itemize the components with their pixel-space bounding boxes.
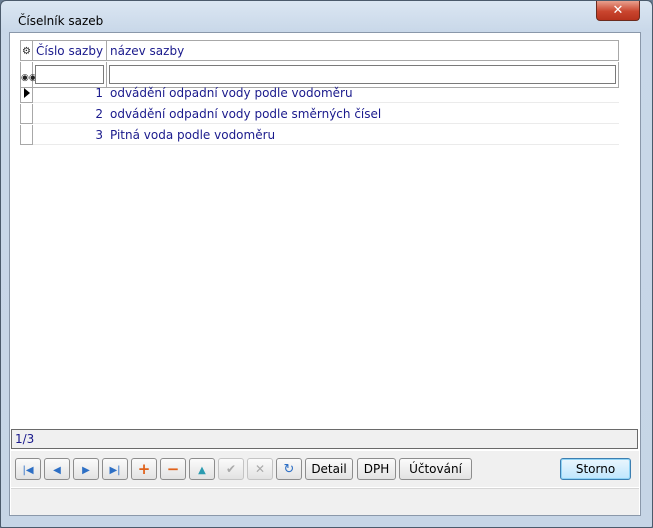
plus-icon: +: [137, 460, 151, 478]
last-record-button[interactable]: ▶|: [102, 458, 128, 480]
table-row[interactable]: 3 Pitná voda podle vodoměru: [20, 125, 619, 146]
table-row[interactable]: 1 odvádění odpadní vody podle vodoměru: [20, 83, 619, 104]
row-indicator: [20, 125, 33, 145]
triangle-up-icon: ▲: [198, 465, 206, 476]
refresh-button[interactable]: ↻: [276, 458, 302, 480]
rate-name-cell[interactable]: odvádění odpadní vody podle směrných čís…: [107, 104, 619, 124]
rates-grid: ⚙ Číslo sazby název sazby ◉◉ 1 odvádění …: [20, 40, 619, 146]
first-record-button[interactable]: |◀: [15, 458, 41, 480]
edit-record-button[interactable]: ▲: [189, 458, 215, 480]
dialog-window: Číselník sazeb ✕ ⚙ Číslo sazby název saz…: [0, 0, 653, 528]
next-record-button[interactable]: ▶: [73, 458, 99, 480]
current-row-arrow-icon: [24, 88, 30, 98]
bottom-panel: [11, 488, 639, 515]
refresh-icon: ↻: [283, 462, 295, 477]
column-header-rate-number[interactable]: Číslo sazby: [33, 41, 107, 61]
record-counter: 1/3: [11, 429, 638, 449]
table-row[interactable]: 2 odvádění odpadní vody podle směrných č…: [20, 104, 619, 125]
last-icon: ▶|: [109, 465, 121, 476]
title-bar[interactable]: Číselník sazeb ✕: [1, 1, 652, 33]
minus-icon: −: [166, 460, 180, 478]
filter-input-rate-name[interactable]: [109, 65, 616, 84]
add-record-button[interactable]: +: [131, 458, 157, 480]
close-icon: ✕: [612, 3, 624, 18]
filter-row: ◉◉: [20, 62, 619, 88]
rate-number-cell[interactable]: 1: [33, 83, 107, 103]
accounting-button[interactable]: Účtování: [399, 458, 472, 480]
previous-icon: ◀: [53, 465, 61, 476]
close-button[interactable]: ✕: [596, 1, 640, 21]
detail-button[interactable]: Detail: [305, 458, 353, 480]
first-icon: |◀: [22, 465, 34, 476]
toolbar: |◀ ◀ ▶ ▶| + − ▲ ✔ ✕ ↻ Detail DPH Účtován…: [11, 451, 639, 487]
column-header-rate-name[interactable]: název sazby: [107, 41, 619, 61]
confirm-button[interactable]: ✔: [218, 458, 244, 480]
cross-icon: ✕: [254, 462, 266, 476]
next-icon: ▶: [82, 465, 90, 476]
grid-header: ⚙ Číslo sazby název sazby: [20, 40, 619, 62]
column-settings-icon[interactable]: ⚙: [20, 41, 33, 61]
rate-name-cell[interactable]: Pitná voda podle vodoměru: [107, 125, 619, 145]
storno-button[interactable]: Storno: [560, 458, 631, 480]
rate-number-cell[interactable]: 3: [33, 125, 107, 145]
rate-name-cell[interactable]: odvádění odpadní vody podle vodoměru: [107, 83, 619, 103]
delete-record-button[interactable]: −: [160, 458, 186, 480]
cancel-edit-button[interactable]: ✕: [247, 458, 273, 480]
rate-number-cell[interactable]: 2: [33, 104, 107, 124]
row-indicator: [20, 83, 33, 103]
previous-record-button[interactable]: ◀: [44, 458, 70, 480]
window-title: Číselník sazeb: [18, 14, 104, 28]
vat-button[interactable]: DPH: [357, 458, 396, 480]
row-indicator: [20, 104, 33, 124]
check-icon: ✔: [225, 462, 237, 476]
filter-input-rate-number[interactable]: [35, 65, 104, 84]
client-area: ⚙ Číslo sazby název sazby ◉◉ 1 odvádění …: [9, 32, 641, 516]
